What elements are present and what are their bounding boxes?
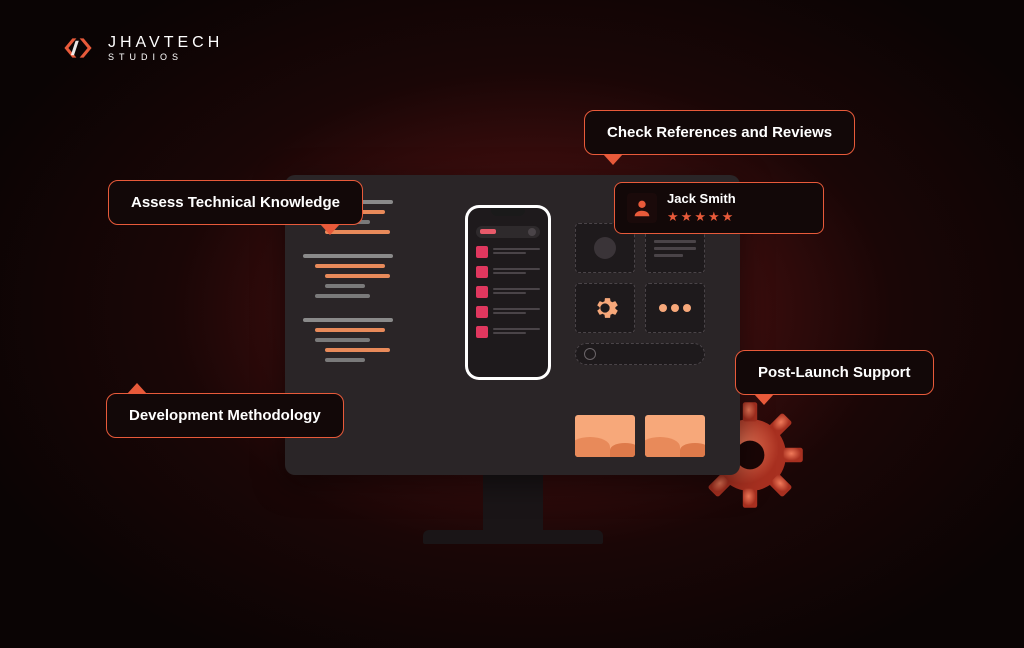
avatar — [627, 193, 657, 223]
reviewer-name: Jack Smith — [667, 191, 736, 206]
image-thumb — [575, 415, 635, 457]
brand-subtitle: STUDIOS — [108, 53, 223, 62]
callout-label: Development Methodology — [129, 407, 321, 424]
star-icon: ★ — [722, 209, 734, 225]
star-icon: ★ — [667, 209, 679, 225]
brand-logo: JHAVTECH STUDIOS — [58, 34, 223, 62]
brand-title: JHAVTECH — [108, 35, 223, 51]
dots-tile — [645, 283, 705, 333]
image-thumb — [645, 415, 705, 457]
callout-assess: Assess Technical Knowledge — [108, 180, 363, 225]
review-card: Jack Smith ★ ★ ★ ★ ★ — [614, 182, 824, 234]
person-icon — [631, 197, 653, 219]
callout-label: Check References and Reviews — [607, 124, 832, 141]
callout-references: Check References and Reviews — [584, 110, 855, 155]
star-icon: ★ — [681, 209, 693, 225]
logo-mark-icon — [58, 34, 98, 62]
callout-label: Assess Technical Knowledge — [131, 194, 340, 211]
star-icon: ★ — [708, 209, 720, 225]
star-icon: ★ — [694, 209, 706, 225]
code-pane — [285, 200, 450, 382]
callout-label: Post-Launch Support — [758, 364, 911, 381]
thumbnail-row — [575, 415, 705, 457]
phone-mockup — [465, 205, 551, 380]
callout-methodology: Development Methodology — [106, 393, 344, 438]
gear-icon — [591, 294, 619, 322]
ui-tiles — [575, 223, 720, 365]
settings-tile — [575, 283, 635, 333]
search-tile — [575, 343, 705, 365]
star-rating: ★ ★ ★ ★ ★ — [667, 209, 736, 225]
callout-support: Post-Launch Support — [735, 350, 934, 395]
